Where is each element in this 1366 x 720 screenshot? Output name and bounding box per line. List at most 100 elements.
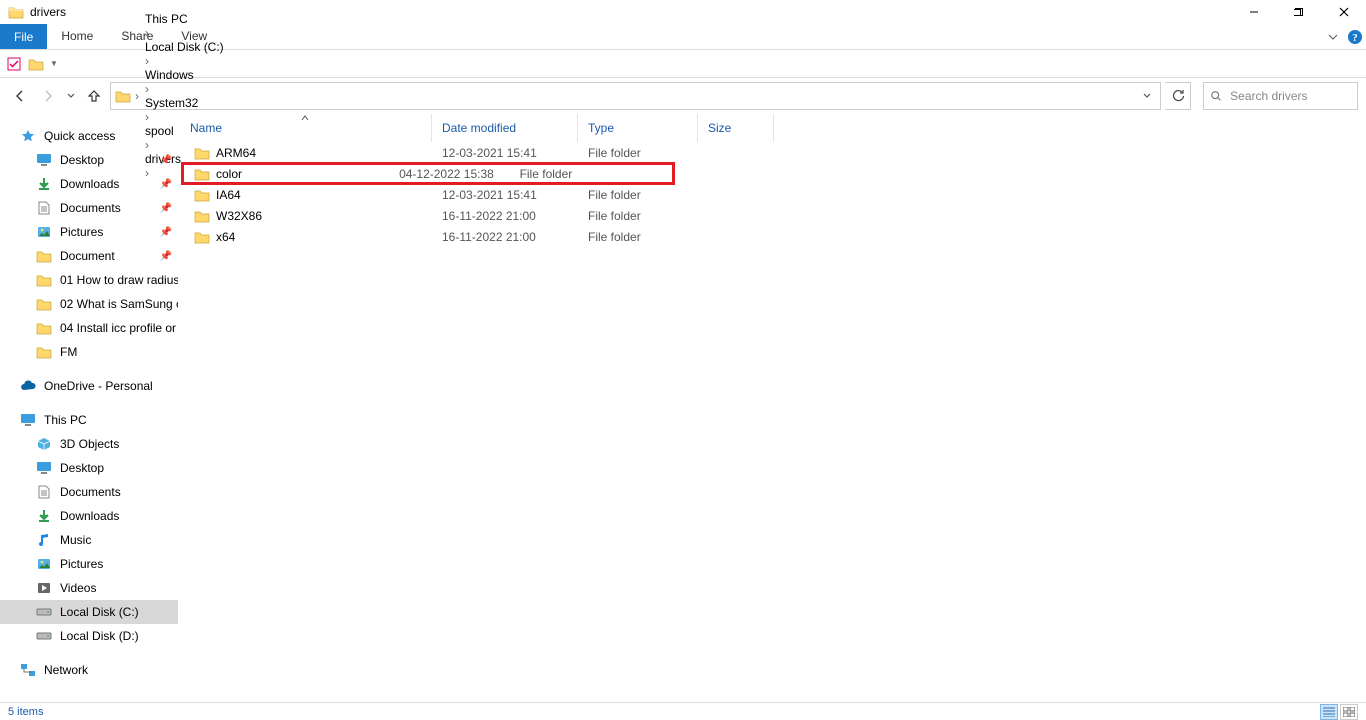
sidebar-item-label: Desktop: [60, 153, 104, 167]
sidebar-item[interactable]: Downloads: [0, 504, 178, 528]
chevron-right-icon[interactable]: ›: [143, 54, 151, 68]
view-details-button[interactable]: [1320, 704, 1338, 720]
sidebar-quick-access[interactable]: Quick access: [0, 124, 178, 148]
sidebar-this-pc[interactable]: This PC: [0, 408, 178, 432]
file-type: File folder: [578, 146, 698, 160]
file-type: File folder: [510, 167, 610, 181]
sidebar-item-label: Desktop: [60, 461, 104, 475]
file-name: ARM64: [216, 146, 256, 160]
sidebar-item[interactable]: Downloads📌: [0, 172, 178, 196]
close-button[interactable]: [1321, 0, 1366, 24]
content-pane: Name Date modified Type Size ARM6412-03-…: [178, 114, 1366, 702]
maximize-button[interactable]: [1276, 0, 1321, 24]
table-row[interactable]: W32X8616-11-2022 21:00File folder: [178, 205, 1366, 226]
chevron-right-icon[interactable]: ›: [143, 26, 151, 40]
breadcrumb-segment[interactable]: Windows: [143, 68, 226, 82]
nav-forward-button[interactable]: [36, 84, 60, 108]
sidebar-item[interactable]: FM: [0, 340, 178, 364]
nav-up-button[interactable]: [82, 84, 106, 108]
folder-icon: [194, 166, 210, 182]
status-item-count: 5 items: [8, 706, 43, 718]
desktop-icon: [36, 152, 52, 168]
navigation-pane[interactable]: Quick access Desktop📌Downloads📌Documents…: [0, 114, 178, 702]
status-bar: 5 items: [0, 702, 1366, 720]
sidebar-item[interactable]: Documents📌: [0, 196, 178, 220]
sidebar-item[interactable]: Pictures📌: [0, 220, 178, 244]
pin-icon: 📌: [160, 179, 172, 190]
sidebar-item[interactable]: 01 How to draw radius: [0, 268, 178, 292]
sidebar-item[interactable]: Local Disk (C:): [0, 600, 178, 624]
column-date[interactable]: Date modified: [432, 114, 578, 142]
chevron-right-icon[interactable]: ›: [143, 82, 151, 96]
sidebar-item[interactable]: 3D Objects: [0, 432, 178, 456]
breadcrumb-segment[interactable]: System32: [143, 96, 226, 110]
qat-properties-icon[interactable]: [6, 56, 22, 72]
sidebar-item-label: Document: [60, 249, 115, 263]
disk-icon: [36, 604, 52, 620]
videos-icon: [36, 580, 52, 596]
sidebar-onedrive[interactable]: OneDrive - Personal: [0, 374, 178, 398]
network-icon: [20, 662, 36, 678]
sidebar-item-label: Downloads: [60, 509, 119, 523]
search-input[interactable]: [1228, 88, 1351, 104]
file-name: color: [216, 167, 242, 181]
folder-icon: [36, 344, 52, 360]
pin-icon: 📌: [160, 227, 172, 238]
file-date: 16-11-2022 21:00: [432, 230, 578, 244]
sidebar-item-label: 01 How to draw radius: [60, 273, 178, 287]
file-name: IA64: [216, 188, 241, 202]
monitor-icon: [20, 412, 36, 428]
sidebar-item[interactable]: Document📌: [0, 244, 178, 268]
sidebar-item[interactable]: Pictures: [0, 552, 178, 576]
table-row[interactable]: ARM6412-03-2021 15:41File folder: [178, 142, 1366, 163]
documents-icon: [36, 484, 52, 500]
folder-icon: [194, 145, 210, 161]
sidebar-item[interactable]: Local Disk (D:): [0, 624, 178, 648]
sidebar-item-label: Local Disk (C:): [60, 605, 139, 619]
nav-recent-dropdown[interactable]: [64, 84, 78, 108]
file-date: 12-03-2021 15:41: [432, 188, 578, 202]
tab-home[interactable]: Home: [47, 24, 107, 49]
folder-icon: [36, 272, 52, 288]
sidebar-item-label: Local Disk (D:): [60, 629, 139, 643]
sidebar-network[interactable]: Network: [0, 658, 178, 682]
column-size[interactable]: Size: [698, 114, 774, 142]
nav-back-button[interactable]: [8, 84, 32, 108]
column-headers: Name Date modified Type Size: [178, 114, 1366, 142]
qat-dropdown-icon[interactable]: ▼: [50, 59, 58, 68]
column-type[interactable]: Type: [578, 114, 698, 142]
sidebar-item-label: Documents: [60, 485, 121, 499]
sidebar-item[interactable]: Desktop: [0, 456, 178, 480]
minimize-button[interactable]: [1231, 0, 1276, 24]
qat-newfolder-icon[interactable]: [28, 56, 44, 72]
file-type: File folder: [578, 188, 698, 202]
search-box[interactable]: [1203, 82, 1358, 110]
address-bar[interactable]: › This PC›Local Disk (C:)›Windows›System…: [110, 82, 1161, 110]
table-row[interactable]: x6416-11-2022 21:00File folder: [178, 226, 1366, 247]
table-row[interactable]: color04-12-2022 15:38File folder: [182, 163, 674, 184]
star-icon: [20, 128, 36, 144]
sidebar-item-label: 3D Objects: [60, 437, 119, 451]
breadcrumb-segment[interactable]: Local Disk (C:): [143, 40, 226, 54]
cloud-icon: [20, 378, 36, 394]
sidebar-item[interactable]: Videos: [0, 576, 178, 600]
sidebar-item-label: FM: [60, 345, 77, 359]
address-history-dropdown[interactable]: [1138, 92, 1156, 100]
column-name[interactable]: Name: [178, 114, 432, 142]
file-list[interactable]: ARM6412-03-2021 15:41File foldercolor04-…: [178, 142, 1366, 247]
pin-icon: 📌: [160, 155, 172, 166]
refresh-button[interactable]: [1165, 82, 1191, 110]
ribbon-expand-icon[interactable]: [1322, 24, 1344, 49]
chevron-right-icon[interactable]: ›: [133, 89, 141, 103]
sidebar-item[interactable]: 02 What is SamSung c: [0, 292, 178, 316]
window-title: drivers: [30, 5, 66, 19]
sidebar-item[interactable]: 04 Install icc profile or: [0, 316, 178, 340]
tab-file[interactable]: File: [0, 24, 47, 49]
help-icon[interactable]: ?: [1344, 24, 1366, 49]
sidebar-item[interactable]: Music: [0, 528, 178, 552]
breadcrumb-segment[interactable]: This PC: [143, 12, 226, 26]
table-row[interactable]: IA64 12-03-2021 15:41File folder: [178, 184, 1366, 205]
sidebar-item[interactable]: Desktop 📌: [0, 148, 178, 172]
sidebar-item[interactable]: Documents: [0, 480, 178, 504]
view-large-icons-button[interactable]: [1340, 704, 1358, 720]
